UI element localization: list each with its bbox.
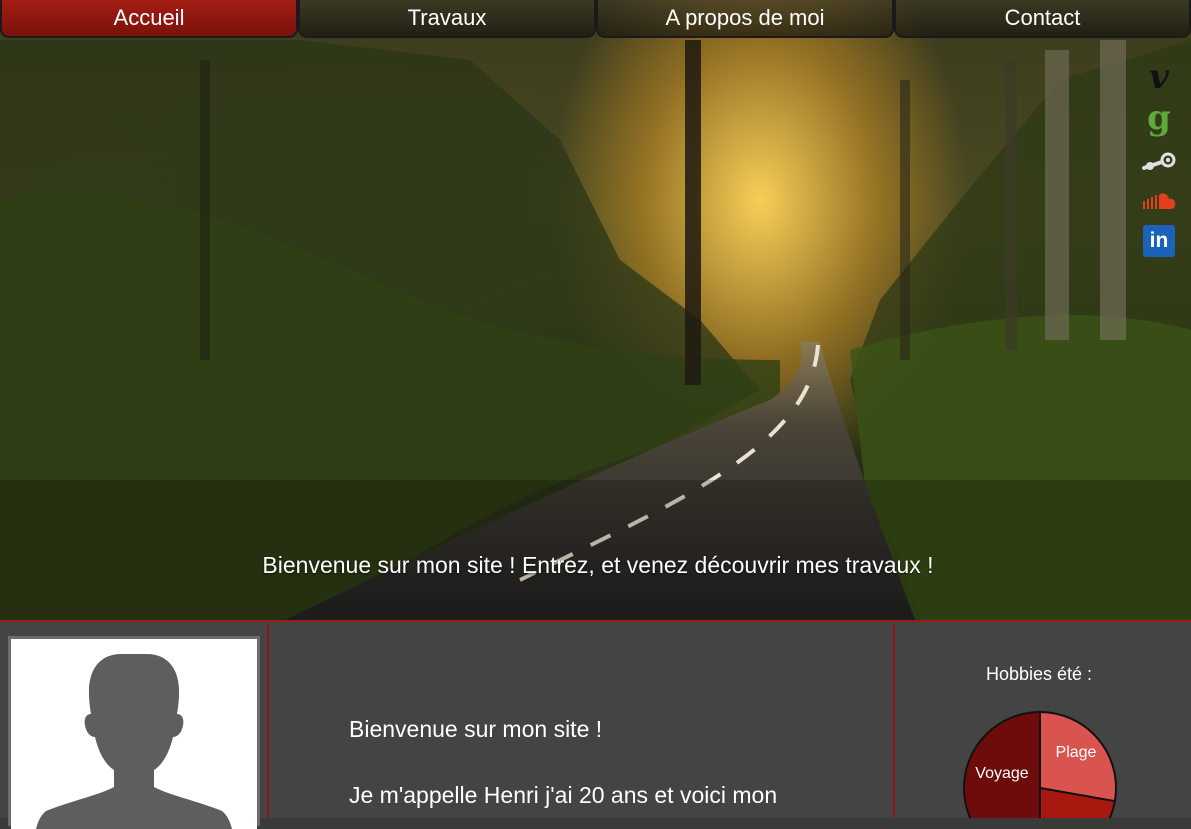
hobbies-pie-chart: Plage Voyage (963, 710, 1117, 818)
intro-welcome: Bienvenue sur mon site ! (349, 716, 603, 742)
avatar-silhouette-icon (36, 654, 232, 829)
steam-glyph (1142, 152, 1176, 170)
pie-label-plage: Plage (1056, 744, 1097, 761)
hero-tagline: Bienvenue sur mon site ! Entrez, et vene… (262, 552, 934, 578)
steam-icon[interactable] (1140, 148, 1178, 178)
linkedin-icon[interactable]: in (1140, 224, 1178, 258)
hero-banner: Bienvenue sur mon site ! Entrez, et vene… (0, 0, 1191, 620)
tab-accueil[interactable]: Accueil (0, 0, 298, 38)
vimeo-icon[interactable]: v (1140, 57, 1178, 97)
soundcloud-icon[interactable] (1140, 186, 1178, 216)
avatar-frame (8, 636, 260, 829)
tab-travaux[interactable]: Travaux (298, 0, 596, 38)
hobbies-column: Hobbies été : Plage Voyage (893, 624, 1191, 818)
pie-label-voyage: Voyage (975, 765, 1028, 782)
tab-contact[interactable]: Contact (894, 0, 1191, 38)
linkedin-badge: in (1143, 225, 1175, 257)
main-nav: Accueil Travaux A propos de moi Contact (0, 0, 1191, 40)
tab-a-propos[interactable]: A propos de moi (596, 0, 894, 38)
intro-column: Bienvenue sur mon site ! Je m'appelle He… (269, 624, 892, 818)
profile-column (0, 624, 269, 829)
soundcloud-glyph (1143, 193, 1176, 209)
intro-paragraph: Je m'appelle Henri j'ai 20 ans et voici … (349, 782, 778, 808)
forest-road-image (0, 40, 1191, 620)
avatar (11, 639, 257, 829)
content-section: Bienvenue sur mon site ! Je m'appelle He… (0, 620, 1191, 829)
goodreads-icon[interactable]: g (1140, 100, 1178, 136)
